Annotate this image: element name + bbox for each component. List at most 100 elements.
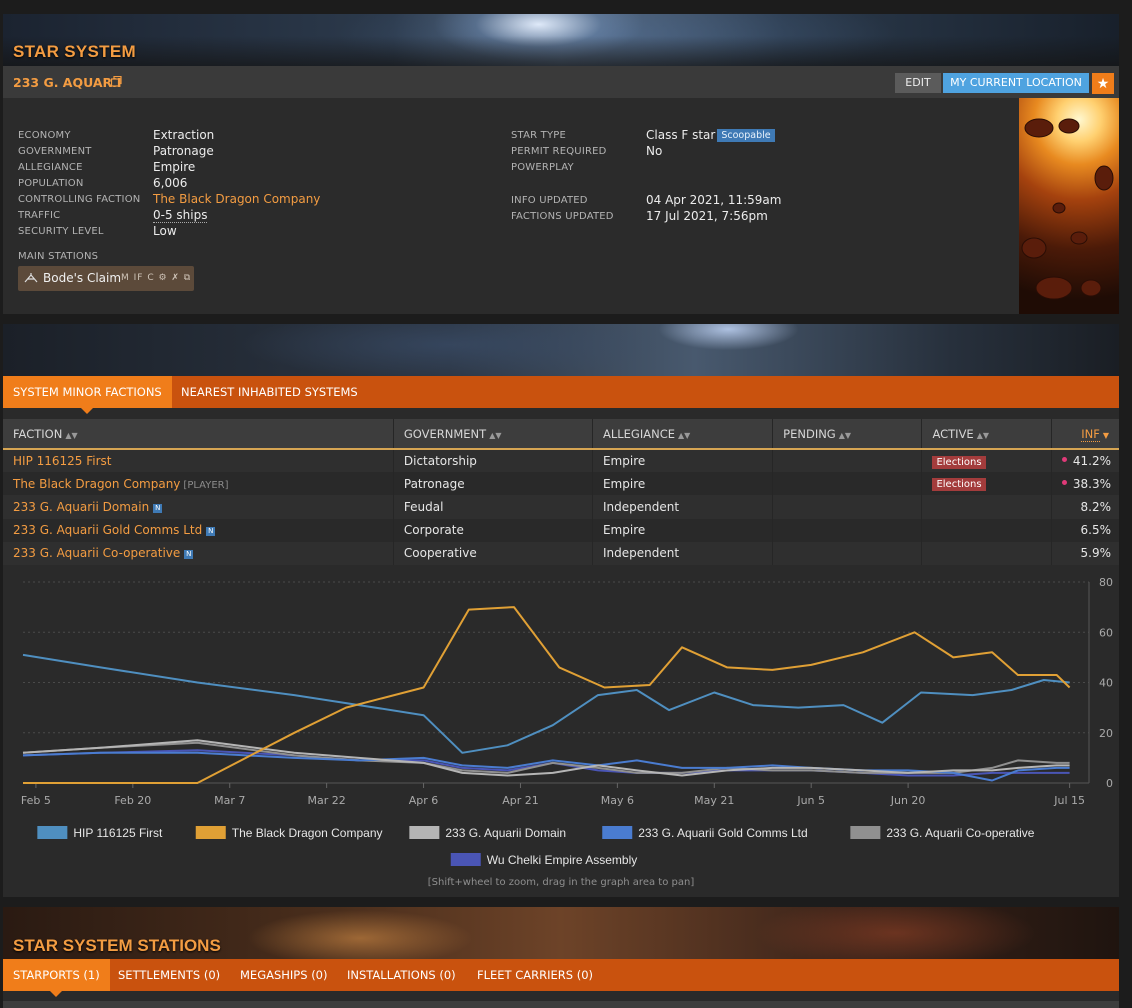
x-tick-label: Mar 22 bbox=[308, 794, 346, 807]
population-label: POPULATION bbox=[18, 178, 84, 189]
table-row: The Black Dragon Company [PLAYER] Patrona… bbox=[3, 472, 1119, 496]
npc-badge: N bbox=[184, 550, 194, 560]
legend-item-label: 233 G. Aquarii Domain bbox=[445, 826, 566, 840]
star-type-text: Class F star bbox=[646, 128, 716, 142]
copy-icon[interactable] bbox=[111, 76, 122, 87]
tab-system-minor-factions[interactable]: SYSTEM MINOR FACTIONS bbox=[3, 376, 172, 414]
government-cell: Patronage bbox=[393, 472, 593, 496]
economy-value: Extraction bbox=[153, 128, 215, 142]
system-name-bar: 233 G. AQUARII EDIT MY CURRENT LOCATION … bbox=[3, 66, 1119, 98]
col-active-label: ACTIVE bbox=[932, 426, 974, 441]
col-pending-header[interactable]: PENDING ▲▼ bbox=[772, 419, 923, 450]
star-thumbnail-image bbox=[1019, 98, 1119, 314]
stations-tabbar: STARPORTS (1) SETTLEMENTS (0) MEGASHIPS … bbox=[3, 959, 1119, 997]
traffic-value[interactable]: 0-5 ships bbox=[153, 208, 208, 223]
allegiance-cell: Independent bbox=[592, 541, 774, 565]
col-allegiance-header[interactable]: ALLEGIANCE ▲▼ bbox=[592, 419, 774, 450]
active-state-badge: Elections bbox=[932, 455, 986, 469]
influence-cell: 41.2% bbox=[1072, 454, 1111, 469]
col-faction-header[interactable]: FACTION ▲▼ bbox=[3, 419, 394, 450]
stations-section-title: STAR SYSTEM STATIONS bbox=[13, 936, 221, 955]
economy-label: ECONOMY bbox=[18, 130, 71, 141]
system-info: ECONOMY Extraction GOVERNMENT Patronage … bbox=[3, 98, 1019, 314]
faction-link[interactable]: 233 G. Aquarii Gold Comms Ltd bbox=[13, 523, 202, 537]
tab-megaships[interactable]: MEGASHIPS (0) bbox=[230, 959, 338, 991]
security-level-value: Low bbox=[153, 224, 177, 238]
conflict-dot-icon bbox=[1061, 479, 1067, 485]
x-tick-label: Feb 5 bbox=[21, 794, 51, 807]
influence-chart-svg[interactable]: 0 20 40 60 80 Feb 5 Feb 20 Mar 7 Mar 22 Apr 6 Apr … bbox=[3, 574, 1119, 874]
government-cell: Dictatorship bbox=[393, 449, 593, 473]
asteroid-field-icon bbox=[1021, 118, 1114, 300]
factions-table-header: FACTION ▲▼ GOVERNMENT ▲▼ ALLEGIANCE ▲▼ PEND… bbox=[3, 419, 1119, 450]
tab-nearest-inhabited-systems[interactable]: NEAREST INHABITED SYSTEMS bbox=[171, 376, 368, 408]
x-tick-label: Jun 5 bbox=[796, 794, 825, 807]
col-government-label: GOVERNMENT bbox=[403, 426, 487, 441]
government-cell: Corporate bbox=[393, 518, 593, 542]
legend-swatch bbox=[409, 826, 440, 839]
legend-swatch bbox=[450, 853, 481, 866]
x-tick-label: May 21 bbox=[694, 794, 734, 807]
factions-table: FACTION ▲▼ GOVERNMENT ▲▼ ALLEGIANCE ▲▼ PEND… bbox=[3, 419, 1119, 565]
government-value: Patronage bbox=[153, 144, 214, 158]
influence-cell: 6.5% bbox=[1051, 518, 1119, 542]
y-tick-label: 60 bbox=[1099, 626, 1113, 639]
pending-cell bbox=[772, 472, 923, 496]
col-inf-header[interactable]: INF ▼ bbox=[1051, 419, 1119, 450]
tab-settlements[interactable]: SETTLEMENTS (0) bbox=[108, 959, 230, 991]
tab-fleet-carriers[interactable]: FLEET CARRIERS (0) bbox=[467, 959, 603, 991]
table-row: 233 G. Aquarii Domain N Feudal Independen… bbox=[3, 495, 1119, 519]
factions-updated-value: 17 Jul 2021, 7:56pm bbox=[646, 209, 768, 223]
x-tick-label: Apr 21 bbox=[502, 794, 539, 807]
active-cell bbox=[921, 518, 1052, 542]
conflict-dot-icon bbox=[1061, 457, 1067, 463]
traffic-label: TRAFFIC bbox=[18, 210, 61, 221]
influence-chart[interactable]: 0 20 40 60 80 Feb 5 Feb 20 Mar 7 Mar 22 Apr 6 Apr … bbox=[3, 574, 1119, 894]
faction-link[interactable]: 233 G. Aquarii Co-operative bbox=[13, 546, 180, 560]
x-tick-label: Mar 7 bbox=[214, 794, 245, 807]
pending-cell bbox=[772, 449, 923, 473]
legend-swatch bbox=[602, 826, 633, 839]
faction-link[interactable]: HIP 116125 First bbox=[13, 454, 112, 468]
main-station-chip[interactable]: Bode's Claim M IF C ⚙ ✗ ⧉ bbox=[18, 266, 194, 291]
star-type-value: Class F star Scoopable bbox=[646, 128, 775, 142]
npc-badge: N bbox=[206, 527, 216, 537]
chart-hint: [Shift+wheel to zoom, drag in the graph … bbox=[427, 877, 695, 888]
controlling-faction-link[interactable]: The Black Dragon Company bbox=[153, 192, 320, 206]
col-government-header[interactable]: GOVERNMENT ▲▼ bbox=[393, 419, 593, 450]
tab-starports[interactable]: STARPORTS (1) bbox=[3, 959, 110, 997]
tab-installations[interactable]: INSTALLATIONS (0) bbox=[337, 959, 466, 991]
sort-icon: ▲▼ bbox=[976, 430, 990, 440]
allegiance-label: ALLEGIANCE bbox=[18, 162, 83, 173]
main-stations-label: MAIN STATIONS bbox=[18, 251, 99, 262]
info-updated-value: 04 Apr 2021, 11:59am bbox=[646, 193, 782, 207]
faction-link[interactable]: The Black Dragon Company bbox=[13, 477, 180, 491]
legend-item-label: Wu Chelki Empire Assembly bbox=[487, 853, 638, 867]
stations-table-header bbox=[3, 1001, 1119, 1008]
population-value: 6,006 bbox=[153, 176, 188, 190]
government-cell: Cooperative bbox=[393, 541, 593, 565]
my-current-location-button[interactable]: MY CURRENT LOCATION bbox=[943, 73, 1089, 93]
stations-panel: STAR SYSTEM STATIONS STARPORTS (1) SETTL… bbox=[3, 907, 1119, 1008]
government-label: GOVERNMENT bbox=[18, 146, 92, 157]
star-system-banner-image bbox=[3, 14, 1119, 66]
powerplay-label: POWERPLAY bbox=[511, 162, 574, 173]
sort-icon: ▲▼ bbox=[838, 430, 852, 440]
factions-tabbar: SYSTEM MINOR FACTIONS NEAREST INHABITED … bbox=[3, 376, 1119, 414]
y-tick-label: 0 bbox=[1106, 777, 1113, 790]
favorite-star-button[interactable]: ★ bbox=[1092, 73, 1114, 94]
legend-swatch bbox=[195, 826, 226, 839]
pending-cell bbox=[772, 495, 923, 519]
factions-banner-image bbox=[3, 324, 1119, 376]
sort-icon: ▲▼ bbox=[677, 430, 691, 440]
edit-button[interactable]: EDIT bbox=[895, 73, 941, 93]
x-tick-label: Jun 20 bbox=[890, 794, 926, 807]
system-name: 233 G. AQUARII bbox=[13, 75, 122, 90]
factions-panel: SYSTEM MINOR FACTIONS NEAREST INHABITED … bbox=[3, 324, 1119, 897]
col-active-header[interactable]: ACTIVE ▲▼ bbox=[921, 419, 1052, 450]
active-cell bbox=[921, 495, 1052, 519]
sort-icon: ▲▼ bbox=[489, 430, 502, 440]
controlling-faction-label: CONTROLLING FACTION bbox=[18, 194, 141, 205]
faction-link[interactable]: 233 G. Aquarii Domain bbox=[13, 500, 149, 514]
x-tick-label: Jul 15 bbox=[1053, 794, 1085, 807]
